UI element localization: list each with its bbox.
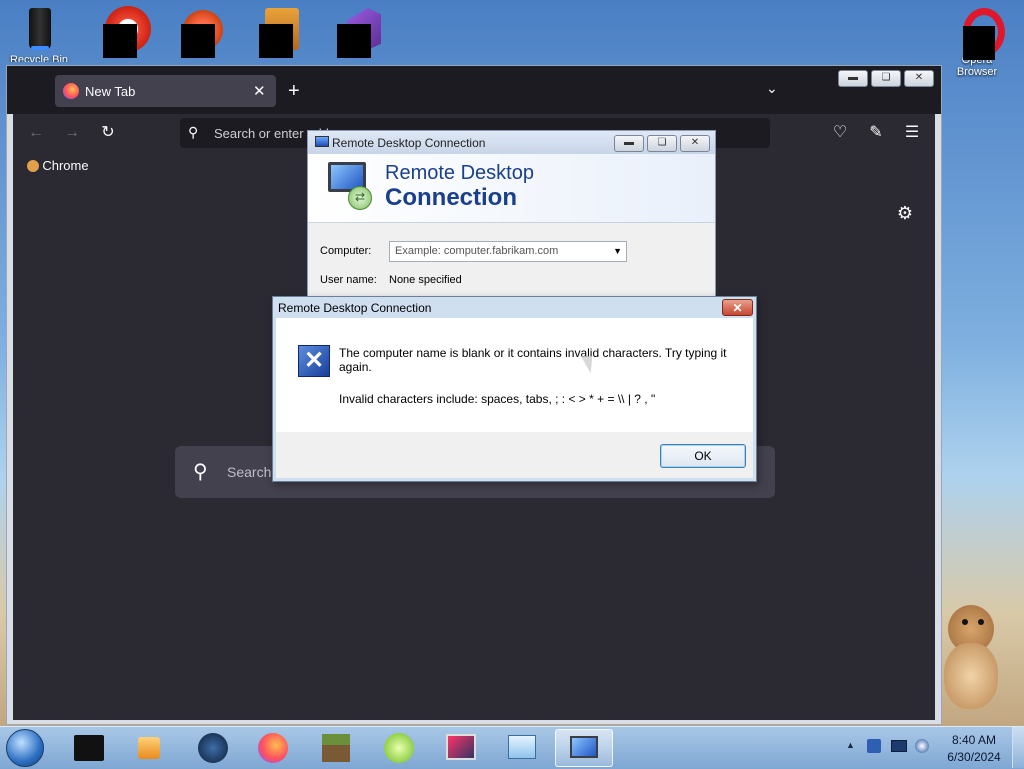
rdp-title-bar: Remote Desktop Connection ▬ ❏ ✕	[308, 131, 715, 154]
forward-arrow-icon[interactable]: →	[60, 121, 84, 145]
computer-value: Example: computer.fabrikam.com	[395, 245, 559, 257]
recycle-bin-icon	[15, 6, 63, 54]
rdp-app-icon	[315, 136, 329, 147]
error-dialog-close-button[interactable]: ✕	[722, 299, 753, 316]
bookmark-chrome[interactable]: Chrome	[27, 158, 89, 173]
tab-new-tab[interactable]: New Tab ✕	[55, 75, 276, 107]
show-desktop-button[interactable]	[1012, 727, 1024, 768]
ok-button[interactable]: OK	[660, 444, 746, 468]
bookmark-favicon-icon	[27, 160, 39, 172]
show-hidden-icons-button[interactable]: ▲	[846, 740, 855, 750]
media-player-icon	[138, 737, 160, 759]
globe-icon	[198, 733, 228, 763]
taskbar-lime[interactable]	[370, 729, 428, 767]
firefox-icon	[63, 83, 79, 99]
remote-desktop-icon	[570, 736, 598, 758]
rdp-banner-line1: Remote Desktop	[385, 162, 534, 184]
pocket-icon[interactable]: ♡	[828, 121, 852, 145]
desktop-icon-chrome[interactable]	[160, 6, 230, 58]
tray-network-icon[interactable]	[915, 739, 929, 753]
taskbar-editor[interactable]	[494, 729, 552, 767]
desktop-icon-app[interactable]	[82, 6, 152, 58]
search-icon: ⚲	[188, 124, 199, 140]
tray-monitor-icon[interactable]	[891, 740, 907, 752]
rdp-close-button[interactable]: ✕	[680, 135, 710, 152]
rdp-banner: ⇄ Remote Desktop Connection	[308, 154, 715, 223]
connection-badge-icon: ⇄	[348, 186, 372, 210]
tab-title: New Tab	[85, 84, 136, 99]
computer-label: Computer:	[320, 245, 372, 257]
rdp-banner-line2: Connection	[385, 184, 517, 211]
taskbar-remote-desktop[interactable]	[555, 729, 613, 767]
close-tab-icon[interactable]: ✕	[253, 82, 266, 100]
taskbar-minecraft[interactable]	[308, 729, 366, 767]
error-dialog-body	[276, 318, 753, 432]
desktop-icon-label: Recycle Bin	[9, 54, 69, 62]
rdp-minimize-button[interactable]: ▬	[614, 135, 644, 152]
error-x-icon: ✕	[298, 345, 330, 377]
rdp-title: Remote Desktop Connection	[332, 136, 486, 150]
desktop-icon-zoom[interactable]	[238, 6, 308, 58]
taskbar-firefox[interactable]	[244, 729, 302, 767]
bookmark-label: Chrome	[42, 158, 89, 173]
rdp-maximize-button[interactable]: ❏	[647, 135, 677, 152]
minecraft-icon	[322, 734, 350, 762]
reload-icon[interactable]: ↻	[96, 121, 120, 145]
editor-icon	[508, 735, 536, 759]
photo-viewer-icon	[446, 734, 476, 760]
extensions-icon[interactable]: ✎	[864, 121, 888, 145]
desktop-icon-recycle-bin[interactable]: Recycle Bin	[4, 6, 74, 62]
back-arrow-icon[interactable]: ←	[24, 121, 48, 145]
zoom-icon	[249, 6, 299, 58]
firefox-icon	[258, 733, 288, 763]
app-icon	[93, 6, 151, 58]
error-detail: Invalid characters include: spaces, tabs…	[339, 392, 656, 406]
search-icon: ⚲	[193, 461, 208, 483]
desktop-icon-opera[interactable]: Opera Browser	[942, 6, 1012, 78]
close-button[interactable]: ✕	[904, 70, 934, 87]
taskbar-network[interactable]	[184, 729, 242, 767]
error-message: The computer name is blank or it contain…	[339, 346, 727, 374]
lime-icon	[384, 733, 414, 763]
minimize-button[interactable]: ▬	[838, 70, 868, 87]
tray-app-icon[interactable]	[867, 739, 881, 753]
taskbar-media-player[interactable]	[120, 729, 178, 767]
page-settings-gear-icon[interactable]: ⚙	[893, 201, 917, 225]
terminal-icon	[74, 735, 104, 761]
page-search-placeholder: Search	[227, 464, 272, 480]
menu-hamburger-icon[interactable]: ☰	[900, 121, 924, 145]
chrome-icon	[171, 6, 223, 58]
clock-time[interactable]: 8:40 AM	[946, 733, 1002, 747]
hamster-mascot	[940, 605, 1010, 715]
list-all-tabs-chevron-down-icon[interactable]: ⌄	[766, 80, 778, 97]
window-controls: ▬ ❏ ✕	[838, 70, 936, 87]
new-tab-button[interactable]: +	[288, 80, 300, 103]
taskbar-photo-viewer[interactable]	[432, 729, 490, 767]
maximize-button[interactable]: ❏	[871, 70, 901, 87]
opera-icon	[953, 6, 1005, 60]
desktop-icon-visual-studio[interactable]	[316, 6, 386, 58]
username-label: User name:	[320, 274, 377, 286]
visual-studio-icon	[327, 6, 381, 58]
username-value: None specified	[389, 274, 462, 286]
opera-label-line2: Browser	[956, 66, 998, 78]
clock-date[interactable]: 6/30/2024	[942, 750, 1006, 764]
taskbar-terminal[interactable]	[60, 729, 118, 767]
start-button-windows-icon[interactable]	[6, 729, 44, 767]
chevron-down-icon[interactable]: ▼	[613, 242, 622, 261]
computer-combobox[interactable]: Example: computer.fabrikam.com ▼	[389, 241, 627, 262]
error-dialog-title: Remote Desktop Connection	[278, 301, 432, 315]
